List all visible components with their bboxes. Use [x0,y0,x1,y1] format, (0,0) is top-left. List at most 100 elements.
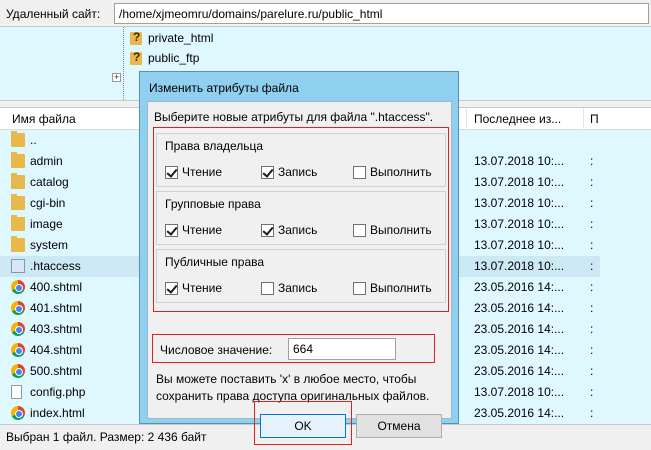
column-header-modified[interactable]: Последнее из... [474,112,561,126]
group-write-checkbox[interactable]: Запись [261,223,317,237]
file-permissions: : [590,217,594,231]
folder-icon [11,173,25,189]
cancel-button[interactable]: Отмена [356,414,442,438]
group-title-owner: Права владельца [165,139,264,153]
group-permissions-group: Групповые права Чтение Запись Выполнить [156,191,446,245]
dialog-body: Выберите новые атрибуты для файла ".htac… [147,101,452,445]
file-name: 401.shtml [30,301,83,315]
checkbox-box[interactable] [353,281,366,295]
checkbox-box[interactable] [353,223,366,237]
file-name: 403.shtml [30,322,83,336]
change-attributes-dialog: Изменить атрибуты файла Выберите новые а… [139,71,459,445]
file-name: index.html [30,406,85,420]
checkbox-label: Выполнить [370,281,432,295]
file-name: cgi-bin [30,196,66,210]
public-write-checkbox[interactable]: Запись [261,281,317,295]
file-permissions: : [590,322,594,336]
column-separator[interactable] [583,108,584,130]
checkbox-label: Чтение [182,165,223,179]
htaccess-file-icon [11,259,25,273]
checkbox-label: Запись [278,165,318,179]
file-name: catalog [30,175,69,189]
file-permissions: : [590,154,594,168]
file-name: 400.shtml [30,280,83,294]
folder-icon [11,194,25,210]
remote-site-label: Удаленный сайт: [6,7,101,21]
chrome-icon [11,280,25,294]
tree-item-public-ftp[interactable]: public_ftp [130,50,199,66]
numeric-value-input[interactable]: 664 [288,338,396,360]
checkbox-label: Запись [278,281,318,295]
checkbox-box[interactable] [261,223,274,237]
file-permissions: : [590,259,594,273]
column-header-name[interactable]: Имя файла [12,112,76,126]
file-modified: 23.05.2016 14:... [474,301,565,315]
file-modified: 13.07.2018 10:... [474,154,565,168]
group-execute-checkbox[interactable]: Выполнить [353,223,432,237]
tree-item-private-html[interactable]: private_html [130,30,213,46]
file-icon [11,385,22,399]
numeric-value-label: Числовое значение: [160,343,273,357]
folder-icon [11,236,25,252]
chrome-icon [11,343,25,357]
group-read-checkbox[interactable]: Чтение [165,223,222,237]
chrome-icon [11,364,25,378]
remote-path-input[interactable]: /home/xjmeomru/domains/parelure.ru/publi… [114,3,649,24]
file-name: config.php [30,385,86,399]
column-header-permissions[interactable]: П [590,112,599,126]
expand-icon[interactable]: + [112,73,121,82]
checkbox-box[interactable] [165,281,178,295]
owner-execute-checkbox[interactable]: Выполнить [353,165,432,179]
file-permissions: : [590,175,594,189]
checkbox-box[interactable] [165,223,178,237]
owner-write-checkbox[interactable]: Запись [261,165,317,179]
checkbox-label: Выполнить [370,223,432,237]
ok-button[interactable]: OK [260,414,346,438]
checkbox-box[interactable] [353,165,366,179]
file-modified: 13.07.2018 10:... [474,175,565,189]
folder-icon [11,131,25,147]
file-permissions: : [590,238,594,252]
file-permissions: : [590,301,594,315]
tree-item-label: public_ftp [148,51,200,65]
file-name: image [30,217,63,231]
file-name: admin [30,154,63,168]
file-permissions: : [590,364,594,378]
status-text: Выбран 1 файл. Размер: 2 436 байт [6,430,207,444]
column-separator[interactable] [466,108,467,130]
file-name: .. [30,133,37,147]
dialog-prompt: Выберите новые атрибуты для файла ".htac… [154,110,434,124]
file-modified: 13.07.2018 10:... [474,196,565,210]
checkbox-box[interactable] [261,165,274,179]
checkbox-box[interactable] [261,281,274,295]
remote-site-bar: Удаленный сайт: /home/xjmeomru/domains/p… [0,0,651,27]
public-execute-checkbox[interactable]: Выполнить [353,281,432,295]
dialog-title: Изменить атрибуты файла [149,81,299,95]
owner-read-checkbox[interactable]: Чтение [165,165,222,179]
file-permissions: : [590,385,594,399]
public-read-checkbox[interactable]: Чтение [165,281,222,295]
group-title-public: Публичные права [165,255,265,269]
unknown-folder-icon [130,50,142,66]
tree-connector-line [123,27,124,100]
folder-icon [11,152,25,168]
file-name: .htaccess [30,259,81,273]
checkbox-label: Выполнить [370,165,432,179]
file-modified: 13.07.2018 10:... [474,217,565,231]
checkbox-label: Чтение [182,281,223,295]
file-modified: 23.05.2016 14:... [474,364,565,378]
checkbox-label: Запись [278,223,318,237]
public-permissions-group: Публичные права Чтение Запись Выполнить [156,249,446,303]
file-modified: 23.05.2016 14:... [474,322,565,336]
file-modified: 23.05.2016 14:... [474,343,565,357]
checkbox-box[interactable] [165,165,178,179]
file-permissions: : [590,406,594,420]
file-permissions: : [590,280,594,294]
file-permissions: : [590,196,594,210]
unknown-folder-icon [130,30,142,46]
file-modified: 23.05.2016 14:... [474,280,565,294]
folder-icon [11,215,25,231]
file-name: system [30,238,69,252]
file-modified: 23.05.2016 14:... [474,406,565,420]
group-title-group: Групповые права [165,197,261,211]
